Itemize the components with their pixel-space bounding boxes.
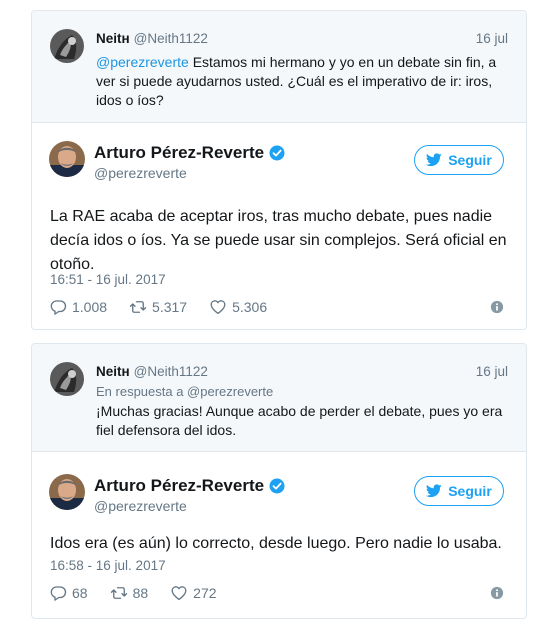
reply-author-name[interactable]: Neitн bbox=[96, 364, 130, 379]
reply-count: 68 bbox=[72, 585, 88, 601]
retweet-count: 5.317 bbox=[152, 299, 188, 315]
author-name[interactable]: Arturo Pérez-Reverte bbox=[94, 476, 285, 496]
tweet-timestamp[interactable]: 16:51 - 16 jul. 2017 bbox=[50, 272, 166, 287]
avatar[interactable] bbox=[49, 474, 85, 510]
heart-icon bbox=[210, 300, 226, 315]
tweet-timestamp[interactable]: 16:58 - 16 jul. 2017 bbox=[50, 558, 166, 573]
reply-date[interactable]: 16 jul bbox=[476, 31, 508, 46]
info-icon[interactable] bbox=[490, 300, 504, 314]
tweet-card-2: Neitн @Neith1122 16 jul En respuesta a @p… bbox=[31, 343, 527, 619]
in-reply-to[interactable]: En respuesta a @perezreverte bbox=[96, 384, 273, 399]
tweet-actions: 68 88 272 bbox=[49, 583, 504, 603]
like-action[interactable]: 272 bbox=[170, 584, 217, 602]
author-handle[interactable]: @perezreverte bbox=[94, 498, 187, 514]
follow-button[interactable]: Seguir bbox=[414, 476, 504, 506]
retweet-action[interactable]: 88 bbox=[110, 584, 149, 602]
reply-date[interactable]: 16 jul bbox=[476, 364, 508, 379]
follow-button[interactable]: Seguir bbox=[414, 145, 504, 175]
reply-icon bbox=[50, 586, 67, 601]
avatar[interactable] bbox=[49, 141, 85, 177]
like-action[interactable]: 5.306 bbox=[209, 298, 267, 316]
author-name-text: Arturo Pérez-Reverte bbox=[94, 476, 265, 495]
tweet-actions: 1.008 5.317 5.306 bbox=[49, 297, 504, 317]
author-name-text: Arturo Pérez-Reverte bbox=[94, 143, 265, 162]
info-icon[interactable] bbox=[490, 586, 504, 600]
reply-author-handle[interactable]: @Neith1122 bbox=[134, 364, 208, 379]
heart-icon bbox=[171, 586, 187, 601]
retweet-count: 88 bbox=[132, 585, 149, 601]
reply-tweet[interactable]: Neitн @Neith1122 16 jul En respuesta a @p… bbox=[32, 344, 526, 452]
reply-author-handle[interactable]: @Neith1122 bbox=[134, 31, 208, 46]
reply-header: Neitн @Neith1122 16 jul bbox=[96, 31, 508, 46]
twitter-bird-icon bbox=[426, 153, 442, 167]
follow-button-label: Seguir bbox=[448, 152, 492, 168]
verified-badge-icon bbox=[269, 478, 285, 494]
tweet-card-1: Neitн @Neith1122 16 jul @perezreverte Est… bbox=[31, 10, 527, 330]
reply-author-name[interactable]: Neitн bbox=[96, 31, 130, 46]
reply-header: Neitн @Neith1122 16 jul bbox=[96, 364, 508, 379]
retweet-icon bbox=[110, 587, 127, 599]
reply-body: ¡Muchas gracias! Aunque acabo de perder … bbox=[96, 403, 503, 438]
avatar[interactable] bbox=[50, 362, 84, 396]
reply-action[interactable]: 1.008 bbox=[49, 298, 107, 316]
author-handle[interactable]: @perezreverte bbox=[94, 165, 187, 181]
like-count: 272 bbox=[193, 585, 217, 601]
retweet-icon bbox=[129, 301, 147, 313]
reply-tweet[interactable]: Neitн @Neith1122 16 jul @perezreverte Est… bbox=[32, 11, 526, 123]
avatar[interactable] bbox=[50, 29, 84, 63]
follow-button-label: Seguir bbox=[448, 483, 492, 499]
retweet-action[interactable]: 5.317 bbox=[129, 298, 187, 316]
author-name[interactable]: Arturo Pérez-Reverte bbox=[94, 143, 285, 163]
like-count: 5.306 bbox=[232, 299, 268, 315]
reply-action[interactable]: 68 bbox=[49, 584, 88, 602]
reply-icon bbox=[50, 300, 67, 315]
tweet-text: Idos era (es aún) lo correcto, desde lue… bbox=[50, 535, 502, 552]
twitter-bird-icon bbox=[426, 484, 442, 498]
reply-text: @perezreverte Estamos mi hermano y yo en… bbox=[96, 53, 506, 110]
mention-link[interactable]: @perezreverte bbox=[96, 54, 189, 70]
tweet-text: La RAE acaba de aceptar iros, tras mucho… bbox=[50, 208, 507, 273]
reply-count: 1.008 bbox=[72, 299, 108, 315]
verified-badge-icon bbox=[269, 145, 285, 161]
